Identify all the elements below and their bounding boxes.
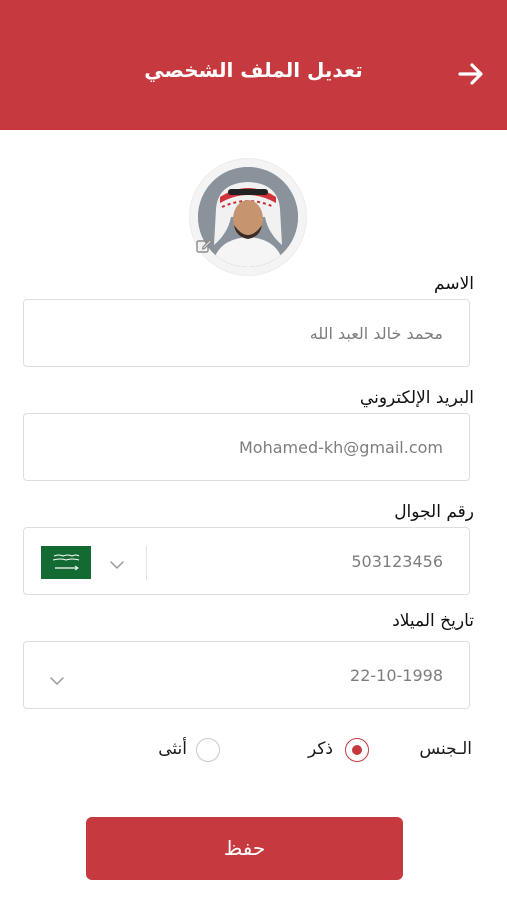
- app-header: تعديل الملف الشخصي: [0, 0, 507, 130]
- birthdate-dropdown[interactable]: [48, 672, 66, 685]
- avatar-container[interactable]: [189, 158, 307, 276]
- gender-group: الـجنس ذكر أنثى: [0, 733, 507, 767]
- gender-female-radio[interactable]: [196, 738, 220, 762]
- chevron-down-icon: [50, 677, 64, 685]
- name-label: الاسم: [434, 274, 474, 294]
- name-field[interactable]: محمد خالد العبد الله: [23, 299, 470, 367]
- birthdate-value: 22-10-1998: [350, 666, 443, 685]
- gender-male-label[interactable]: ذكر: [308, 739, 333, 759]
- email-value: Mohamed-kh@gmail.com: [239, 438, 443, 457]
- save-button[interactable]: حفظ: [86, 817, 403, 880]
- chevron-down-icon: [110, 561, 124, 569]
- page-title: تعديل الملف الشخصي: [144, 58, 363, 82]
- country-code-dropdown[interactable]: [108, 556, 126, 569]
- phone-label: رقم الجوال: [394, 502, 474, 522]
- birthdate-label: تاريخ الميلاد: [392, 611, 474, 631]
- gender-female-label[interactable]: أنثى: [158, 739, 187, 759]
- email-label: البريد الإلكتروني: [359, 388, 474, 408]
- name-value: محمد خالد العبد الله: [309, 324, 443, 343]
- edit-avatar-button[interactable]: [194, 236, 214, 256]
- phone-value: 503123456: [351, 552, 443, 571]
- phone-field[interactable]: 503123456: [23, 527, 470, 595]
- gender-label: الـجنس: [419, 739, 472, 759]
- birthdate-field[interactable]: 22-10-1998: [23, 641, 470, 709]
- phone-divider: [146, 546, 147, 580]
- edit-icon: [196, 239, 213, 253]
- back-button[interactable]: [455, 58, 487, 90]
- saudi-flag-icon[interactable]: [41, 546, 91, 579]
- arrow-right-icon: [458, 63, 483, 85]
- email-field[interactable]: Mohamed-kh@gmail.com: [23, 413, 470, 481]
- gender-male-radio[interactable]: [345, 738, 369, 762]
